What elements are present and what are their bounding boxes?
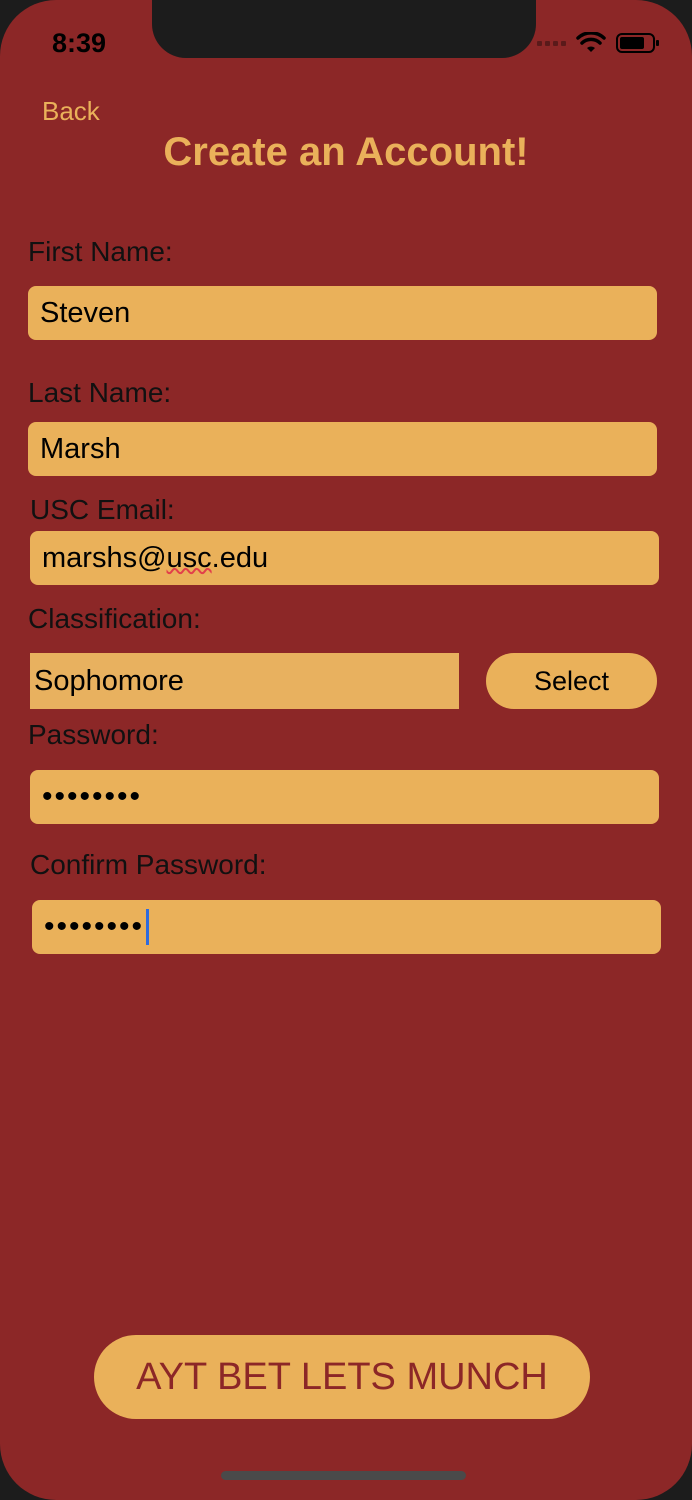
classification-label: Classification: <box>28 603 201 634</box>
confirm-password-label: Confirm Password: <box>30 849 267 880</box>
status-icons <box>537 32 660 54</box>
classification-value: Sophomore <box>34 664 184 697</box>
confirm-password-value: •••••••• <box>44 910 145 943</box>
cellular-signal-icon <box>537 40 566 46</box>
password-label: Password: <box>28 719 159 750</box>
last-name-value: Marsh <box>40 432 121 465</box>
wifi-icon <box>576 32 606 52</box>
last-name-label: Last Name: <box>28 377 172 408</box>
email-label: USC Email: <box>30 494 175 525</box>
text-caret <box>146 909 150 945</box>
email-value: marshs@usc.edu <box>42 541 269 574</box>
device-notch <box>152 0 536 58</box>
last-name-field[interactable]: Marsh <box>28 422 657 476</box>
password-value: •••••••• <box>42 780 143 813</box>
email-field[interactable]: marshs@usc.edu <box>30 531 659 585</box>
home-indicator <box>221 1471 466 1480</box>
battery-icon <box>616 33 659 53</box>
select-classification-button[interactable]: Select <box>486 653 657 709</box>
password-field[interactable]: •••••••• <box>30 770 659 824</box>
classification-field[interactable]: Sophomore <box>30 653 459 709</box>
first-name-field[interactable]: Steven <box>28 286 657 340</box>
create-account-button[interactable]: AYT BET LETS MUNCH <box>94 1335 590 1419</box>
spellcheck-flagged-text: usc <box>166 541 212 574</box>
confirm-password-field[interactable]: •••••••• <box>32 900 661 954</box>
first-name-value: Steven <box>40 296 131 329</box>
app-screen: 8:39 Back Create an Account! First Name:… <box>0 0 692 1500</box>
first-name-label: First Name: <box>28 236 173 267</box>
page-title: Create an Account! <box>163 130 529 174</box>
back-button[interactable]: Back <box>42 96 100 127</box>
status-time: 8:39 <box>52 28 107 58</box>
